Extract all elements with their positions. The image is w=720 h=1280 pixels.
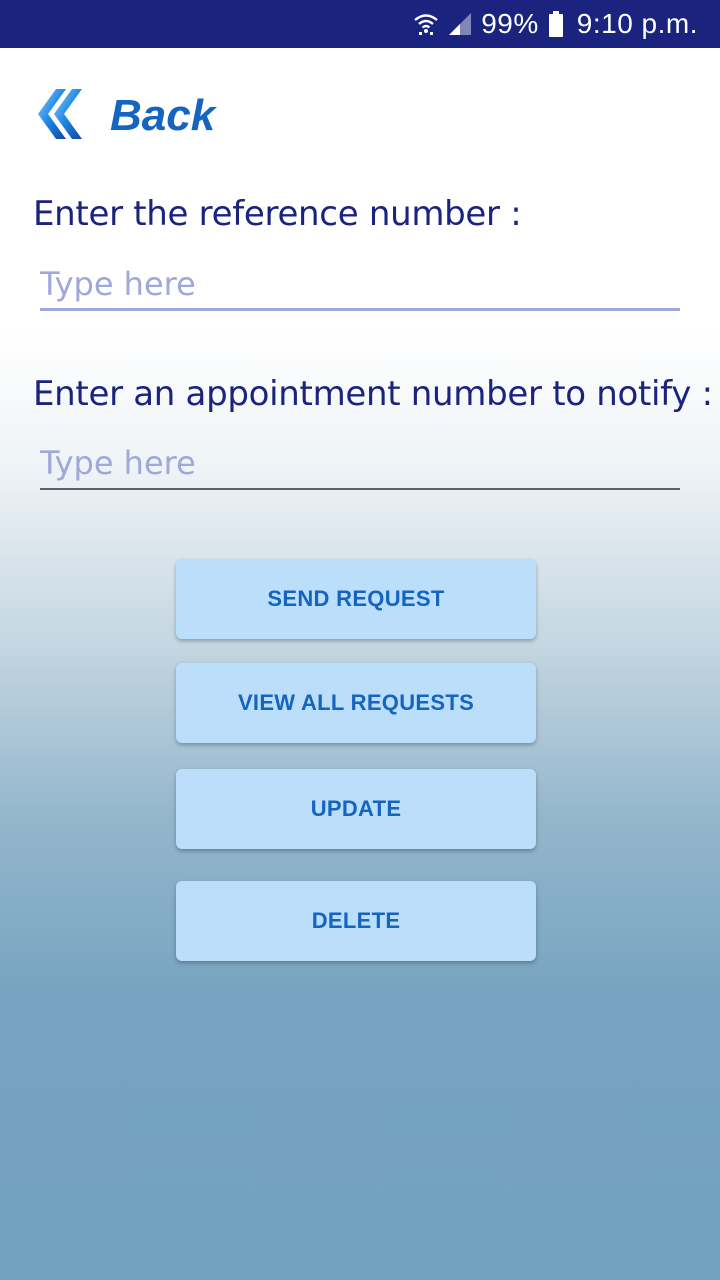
status-time: 9:10 p.m. xyxy=(576,8,698,39)
delete-button[interactable]: DELETE xyxy=(176,881,536,961)
double-chevron-left-icon xyxy=(36,87,84,146)
back-button[interactable]: Back xyxy=(36,86,215,146)
appointment-number-underline xyxy=(40,488,680,490)
reference-number-input[interactable] xyxy=(40,258,680,310)
reference-number-label: Enter the reference number : xyxy=(33,194,522,234)
reference-number-underline xyxy=(40,308,680,311)
back-label: Back xyxy=(110,91,216,140)
update-button[interactable]: UPDATE xyxy=(176,769,536,849)
battery-percent: 99% xyxy=(481,8,539,39)
status-bar: 99% 9:10 p.m. xyxy=(0,0,720,48)
signal-icon xyxy=(447,12,473,36)
send-request-button[interactable]: SEND REQUEST xyxy=(176,559,536,639)
battery-icon xyxy=(548,11,563,37)
wifi-icon xyxy=(413,12,439,36)
appointment-number-input[interactable] xyxy=(40,437,680,489)
appointment-number-label: Enter an appointment number to notify : xyxy=(33,374,713,414)
view-all-requests-button[interactable]: VIEW ALL REQUESTS xyxy=(176,663,536,743)
